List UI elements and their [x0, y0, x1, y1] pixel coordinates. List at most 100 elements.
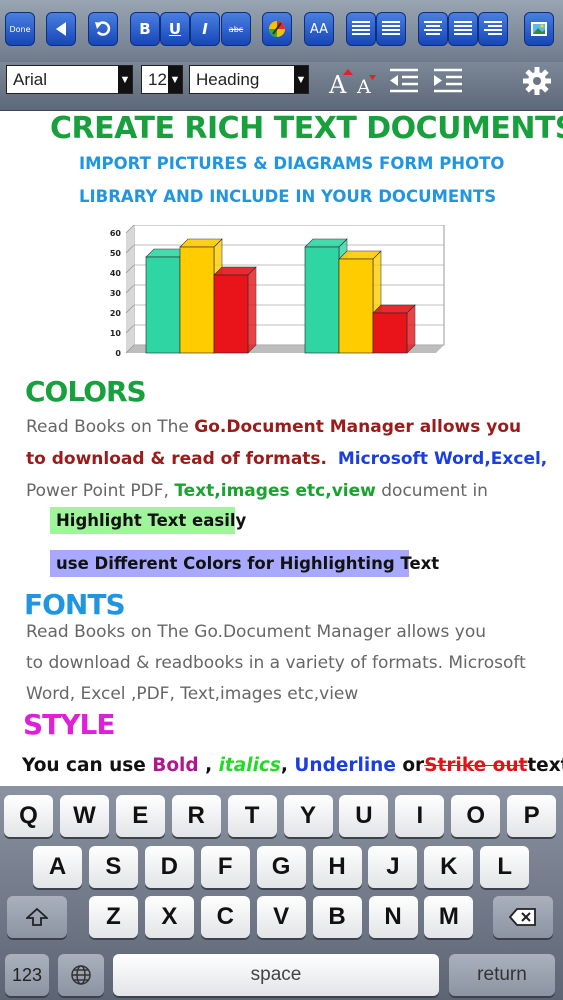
key-f[interactable]: F — [200, 846, 250, 888]
onscreen-keyboard: QWERTYUIOP ASDFGHJKL ZXCVBNM 123 space r… — [0, 786, 563, 1000]
numbers-key[interactable]: 123 — [5, 954, 49, 996]
key-m[interactable]: M — [424, 896, 474, 938]
style-underline-text: Underline — [294, 755, 396, 776]
decrease-font-button[interactable]: A — [356, 64, 378, 98]
color-picker-button[interactable] — [262, 12, 292, 46]
align-left-icon — [352, 21, 370, 35]
key-u[interactable]: U — [339, 795, 389, 837]
backspace-key[interactable] — [493, 896, 553, 938]
settings-button[interactable] — [522, 64, 552, 98]
key-w[interactable]: W — [59, 795, 109, 837]
chart-bar — [338, 258, 374, 354]
key-q[interactable]: Q — [4, 795, 53, 837]
style-separator: , — [280, 755, 295, 776]
key-k[interactable]: K — [424, 846, 474, 888]
chevron-down-icon: ▼ — [294, 66, 308, 93]
backspace-icon — [509, 908, 536, 926]
key-d[interactable]: D — [144, 846, 194, 888]
decrease-font-icon: A — [356, 75, 376, 96]
paragraph-style-value: Heading — [196, 70, 260, 89]
chart-y-tick-label: 50 — [110, 249, 122, 258]
align-center-icon — [424, 21, 442, 35]
document-canvas[interactable]: CREATE RICH TEXT DOCUMENTS IMPORT PICTUR… — [0, 111, 563, 786]
gear-icon — [523, 67, 551, 95]
colors-p1-red-text: Go.Document Manager allows you — [194, 417, 522, 437]
align-center2-icon — [454, 21, 472, 35]
chart-y-tick-label: 0 — [115, 349, 121, 358]
style-heading: STYLE — [23, 708, 116, 741]
strikethrough-button[interactable]: abc — [221, 12, 251, 46]
align-center2-button[interactable] — [448, 12, 478, 46]
font-family-value: Arial — [13, 70, 48, 89]
key-y[interactable]: Y — [283, 795, 333, 837]
back-button[interactable] — [46, 12, 76, 46]
paragraph-style-select[interactable]: Heading ▼ — [189, 65, 309, 94]
italic-button[interactable]: I — [190, 12, 220, 46]
key-e[interactable]: E — [115, 795, 165, 837]
key-s[interactable]: S — [88, 846, 138, 888]
shift-key[interactable] — [7, 896, 67, 938]
fonts-heading: FONTS — [24, 588, 126, 621]
key-o[interactable]: O — [451, 795, 501, 837]
font-size-select[interactable]: 12 ▼ — [141, 65, 183, 94]
style-separator: , — [198, 755, 219, 776]
style-end-text: text — [527, 755, 563, 776]
key-l[interactable]: L — [480, 846, 530, 888]
document-title: CREATE RICH TEXT DOCUMENTS — [50, 111, 563, 146]
outdent-icon — [390, 68, 418, 93]
key-a[interactable]: A — [33, 846, 82, 888]
key-z[interactable]: Z — [89, 896, 138, 938]
return-key[interactable]: return — [449, 954, 555, 996]
key-p[interactable]: P — [507, 795, 557, 837]
embedded-bar-chart[interactable]: 0 10 20 30 40 50 60 — [98, 225, 448, 367]
font-size-button[interactable]: AA — [304, 12, 334, 46]
key-h[interactable]: H — [312, 846, 362, 888]
chart-bar — [179, 246, 215, 354]
key-t[interactable]: T — [227, 795, 277, 837]
font-size-value: 12 — [148, 70, 167, 89]
align-right-button[interactable] — [478, 12, 508, 46]
top-toolbar: Done B U I abc AA — [0, 0, 563, 63]
svg-text:A: A — [356, 76, 371, 96]
font-family-select[interactable]: Arial ▼ — [6, 65, 133, 94]
key-n[interactable]: N — [368, 896, 418, 938]
globe-key[interactable] — [58, 954, 104, 996]
chart-bar — [372, 312, 408, 354]
align-center-button[interactable] — [418, 12, 448, 46]
undo-button[interactable] — [88, 12, 118, 46]
style-italic-text: italics — [218, 755, 281, 776]
key-r[interactable]: R — [171, 795, 221, 837]
key-b[interactable]: B — [312, 896, 362, 938]
key-v[interactable]: V — [256, 896, 306, 938]
key-c[interactable]: C — [200, 896, 250, 938]
align-justify-button[interactable] — [376, 12, 406, 46]
bold-button[interactable]: B — [130, 12, 160, 46]
chart-y-tick-label: 30 — [110, 289, 122, 298]
fonts-paragraph-line3: Word, Excel ,PDF, Text,images etc,view — [26, 684, 359, 704]
key-x[interactable]: X — [144, 896, 194, 938]
insert-image-button[interactable] — [524, 12, 554, 46]
indent-button[interactable] — [432, 64, 464, 98]
done-button[interactable]: Done — [5, 12, 35, 46]
space-key[interactable]: space — [113, 954, 439, 996]
chart-y-tick-label: 40 — [110, 269, 122, 278]
outdent-button[interactable] — [388, 64, 420, 98]
color-palette-icon — [269, 21, 285, 37]
fonts-paragraph-line1: Read Books on The Go.Document Manager al… — [26, 622, 487, 642]
key-i[interactable]: I — [395, 795, 445, 837]
colors-p2-red-text: to download & read of formats. — [26, 449, 328, 469]
chart-bar — [145, 256, 181, 354]
key-j[interactable]: J — [368, 846, 418, 888]
colors-heading: COLORS — [25, 375, 147, 408]
colors-p1-grey-text: Read Books on The — [26, 417, 195, 437]
increase-font-button[interactable]: A — [328, 64, 354, 98]
fonts-paragraph-line2: to download & readbooks in a variety of … — [26, 653, 526, 673]
chart-y-tick-label: 10 — [110, 329, 122, 338]
colors-paragraph-line2: to download & read of formats. Microsoft… — [26, 449, 547, 469]
align-right-icon — [484, 21, 502, 35]
chevron-down-icon: ▼ — [118, 66, 132, 93]
key-g[interactable]: G — [256, 846, 306, 888]
colors-paragraph-line3: Power Point PDF, Text,images etc,view do… — [26, 481, 488, 501]
underline-button[interactable]: U — [160, 12, 190, 46]
align-left-button[interactable] — [346, 12, 376, 46]
